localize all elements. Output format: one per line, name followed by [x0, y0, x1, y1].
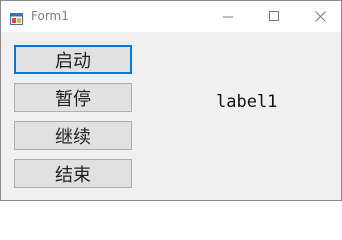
minimize-button[interactable]: [205, 1, 251, 32]
end-button[interactable]: 结束: [14, 159, 132, 188]
close-icon: [314, 7, 326, 26]
minimize-icon: [222, 7, 234, 26]
maximize-icon: [268, 7, 280, 26]
pause-button[interactable]: 暂停: [14, 83, 132, 112]
label1-text: label1: [216, 92, 278, 112]
start-button[interactable]: 启动: [14, 45, 132, 74]
continue-button[interactable]: 继续: [14, 121, 132, 150]
form-client-area: 启动 暂停 继续 结束 label1: [1, 32, 341, 200]
form-window: Form1 启动 暂停 继续 结束 label1: [0, 0, 342, 201]
form-app-icon[interactable]: [10, 10, 23, 25]
window-title: Form1: [31, 9, 69, 23]
title-bar[interactable]: Form1: [1, 1, 341, 32]
maximize-button[interactable]: [251, 1, 297, 32]
close-button[interactable]: [297, 1, 342, 32]
